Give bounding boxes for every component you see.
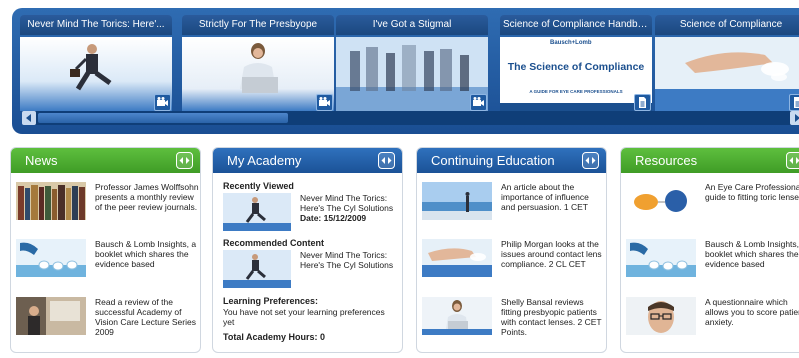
list-item[interactable]: Read a review of the successful Academy … bbox=[16, 297, 200, 341]
continuing-education-panel: Continuing Education An article about th… bbox=[416, 147, 607, 353]
man-glasses-image bbox=[626, 297, 696, 335]
recommended-title[interactable]: Never Mind The Torics: Here's The Cyl So… bbox=[300, 250, 395, 270]
item-text: An Eye Care Professional's guide to fitt… bbox=[705, 182, 799, 202]
recently-viewed-label: Recently Viewed bbox=[223, 181, 294, 191]
panel-title: Continuing Education bbox=[431, 153, 555, 168]
recently-viewed-title[interactable]: Never Mind The Torics: Here's The Cyl So… bbox=[300, 193, 395, 213]
recently-viewed-item[interactable]: Never Mind The Torics: Here's The Cyl So… bbox=[300, 193, 395, 223]
hand-water-image bbox=[422, 239, 492, 277]
businessman-jumping-image[interactable] bbox=[223, 250, 291, 288]
collapse-toggle-icon[interactable] bbox=[378, 152, 395, 169]
slide-title: Science of Compliance bbox=[655, 15, 799, 35]
panel-title: News bbox=[25, 153, 58, 168]
video-icon bbox=[316, 94, 333, 111]
books-image bbox=[16, 182, 86, 220]
item-text: Bausch & Lomb Insights, a booklet which … bbox=[705, 239, 799, 269]
woman-laptop-image bbox=[182, 37, 334, 111]
document-icon bbox=[634, 94, 651, 111]
list-item[interactable]: Professor James Wolffsohn presents a mon… bbox=[16, 182, 200, 226]
carousel-slide[interactable]: Never Mind The Torics: Here'... bbox=[20, 15, 172, 111]
list-item[interactable]: A questionnaire which allows you to scor… bbox=[626, 297, 799, 341]
panel-header: My Academy bbox=[213, 148, 402, 173]
slide-title: Science of Compliance Handbook bbox=[500, 15, 652, 35]
panel-title: My Academy bbox=[227, 153, 302, 168]
item-text: Shelly Bansal reviews fitting presbyopic… bbox=[501, 297, 602, 337]
hand-water-image bbox=[655, 37, 799, 111]
panel-header: Continuing Education bbox=[417, 148, 606, 173]
list-item[interactable]: Philip Morgan looks at the issues around… bbox=[422, 239, 606, 283]
slide-title: Strictly For The Presbyope bbox=[182, 15, 334, 35]
video-icon bbox=[154, 94, 171, 111]
carousel-slide[interactable]: Science of Compliance bbox=[655, 15, 799, 111]
businessman-jumping-image bbox=[20, 37, 172, 111]
businessman-jumping-image[interactable] bbox=[223, 193, 291, 231]
scrollbar-thumb[interactable] bbox=[38, 113, 288, 123]
document-icon bbox=[789, 94, 799, 111]
list-item[interactable]: Bausch & Lomb Insights, a booklet which … bbox=[626, 239, 799, 283]
panel-header: News bbox=[11, 148, 200, 173]
item-text: A questionnaire which allows you to scor… bbox=[705, 297, 799, 327]
item-text: Read a review of the successful Academy … bbox=[95, 297, 196, 337]
list-item[interactable]: Shelly Bansal reviews fitting presbyopic… bbox=[422, 297, 606, 341]
crowd-blur-image bbox=[336, 37, 488, 111]
lens-diagram-image bbox=[626, 182, 696, 220]
recommended-label: Recommended Content bbox=[223, 238, 325, 248]
carousel-scrollbar[interactable] bbox=[22, 111, 799, 125]
collapse-toggle-icon[interactable] bbox=[786, 152, 799, 169]
video-icon bbox=[470, 94, 487, 111]
recently-viewed-date: Date: 15/12/2009 bbox=[300, 213, 367, 223]
my-academy-panel: My Academy Recently Viewed Never Mind Th… bbox=[212, 147, 403, 353]
total-academy-hours: Total Academy Hours: 0 bbox=[223, 332, 326, 342]
panel-header: Resources bbox=[621, 148, 799, 173]
list-item[interactable]: An article about the importance of influ… bbox=[422, 182, 606, 226]
list-item[interactable]: Bausch & Lomb Insights, a booklet which … bbox=[16, 239, 200, 283]
item-text: Philip Morgan looks at the issues around… bbox=[501, 239, 602, 269]
lab-hand-image bbox=[626, 239, 696, 277]
item-text: Professor James Wolffsohn presents a mon… bbox=[95, 182, 199, 212]
collapse-toggle-icon[interactable] bbox=[582, 152, 599, 169]
item-text: Bausch & Lomb Insights, a booklet which … bbox=[95, 239, 197, 269]
carousel-slide[interactable]: Strictly For The Presbyope bbox=[182, 15, 334, 111]
list-item[interactable]: An Eye Care Professional's guide to fitt… bbox=[626, 182, 799, 226]
slide-title: I've Got a Stigmal bbox=[336, 15, 488, 35]
item-text: An article about the importance of influ… bbox=[501, 182, 589, 212]
carousel-slide[interactable]: I've Got a Stigmal bbox=[336, 15, 488, 111]
scroll-left-icon[interactable] bbox=[22, 111, 36, 125]
lecture-image bbox=[16, 297, 86, 335]
panel-title: Resources bbox=[635, 153, 698, 168]
carousel-slide[interactable]: Science of Compliance Handbook Bausch+Lo… bbox=[500, 15, 652, 111]
beach-image bbox=[422, 182, 492, 220]
learning-preferences-label: Learning Preferences: bbox=[223, 296, 319, 306]
cover-heading: The Science of Compliance bbox=[507, 61, 645, 73]
woman-laptop-image bbox=[422, 297, 492, 335]
featured-carousel: Never Mind The Torics: Here'... Strictly… bbox=[12, 8, 799, 134]
scroll-right-icon[interactable] bbox=[790, 111, 799, 125]
cover-footer: A GUIDE FOR EYE CARE PROFESSIONALS bbox=[529, 89, 623, 94]
slide-title: Never Mind The Torics: Here'... bbox=[20, 15, 172, 35]
cover-brand: Bausch+Lomb bbox=[550, 40, 592, 46]
lab-hand-image bbox=[16, 239, 86, 277]
learning-preferences-text: You have not set your learning preferenc… bbox=[223, 307, 385, 327]
handbook-cover-image: Bausch+Lomb The Science of Compliance A … bbox=[500, 37, 652, 111]
news-panel: News Professor James Wolffsohn presents … bbox=[10, 147, 201, 353]
collapse-toggle-icon[interactable] bbox=[176, 152, 193, 169]
resources-panel: Resources An Eye Care Professional's gui… bbox=[620, 147, 799, 353]
